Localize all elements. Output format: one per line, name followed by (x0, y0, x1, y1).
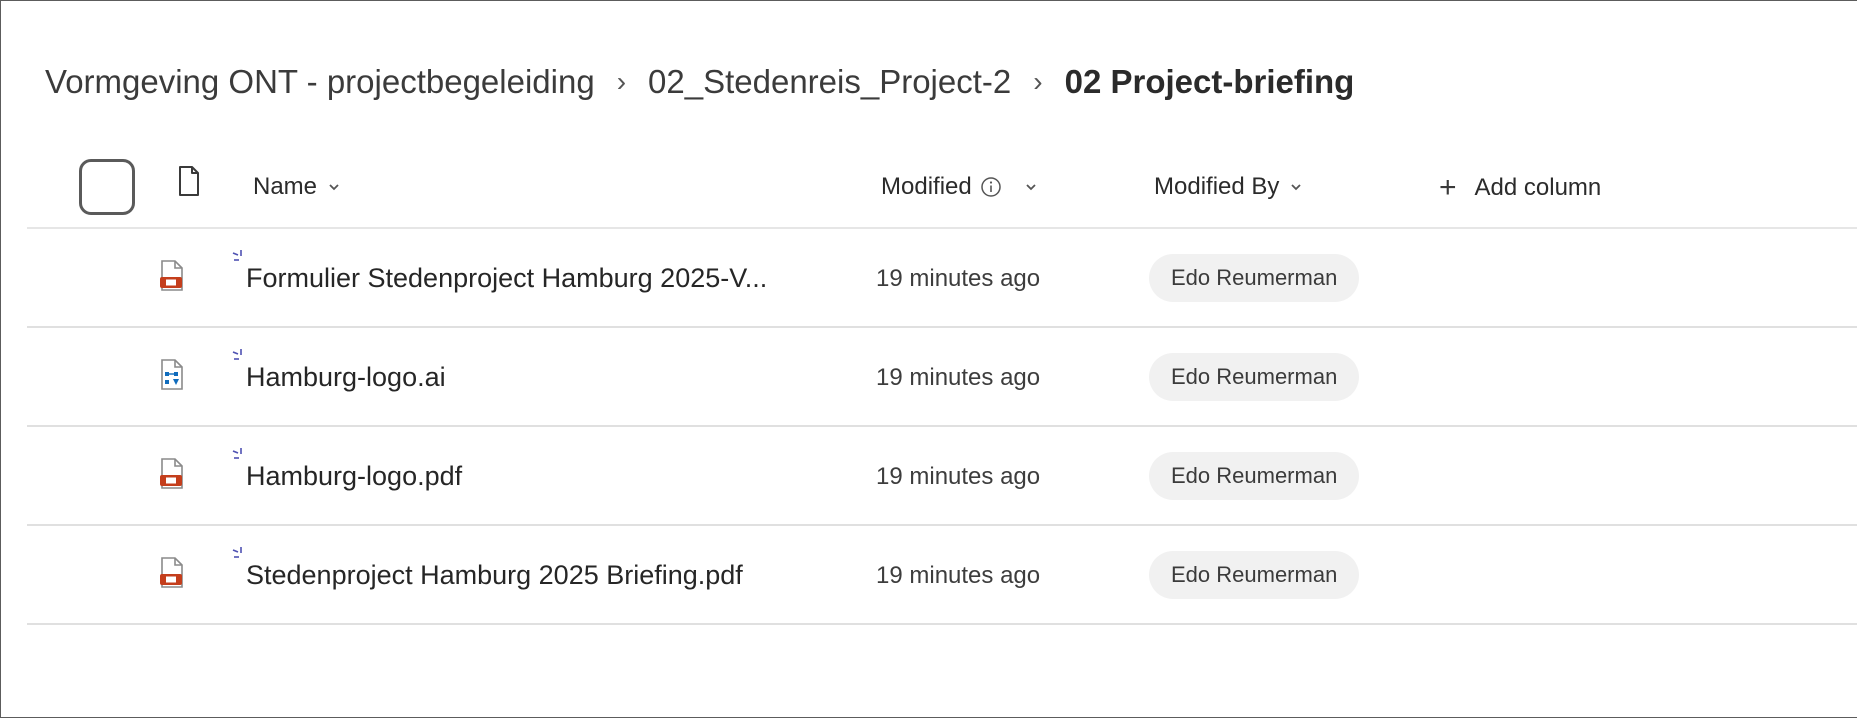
pdf-file-icon (158, 259, 186, 298)
plus-icon: + (1439, 171, 1457, 204)
file-type-icon[interactable] (177, 165, 201, 202)
chevron-down-icon (1289, 182, 1303, 192)
new-file-indicator-icon (231, 447, 247, 466)
info-icon[interactable] (980, 176, 1002, 198)
file-name-link[interactable]: Stedenproject Hamburg 2025 Briefing.pdf (246, 560, 743, 591)
list-header: Name Modified Modified By + Add column (27, 151, 1857, 229)
select-all-checkbox[interactable] (79, 159, 135, 215)
table-row[interactable]: Stedenproject Hamburg 2025 Briefing.pdf … (27, 526, 1857, 625)
chevron-down-icon (1024, 182, 1038, 192)
new-file-indicator-icon (231, 546, 247, 565)
new-file-indicator-icon (231, 249, 247, 268)
modified-time: 19 minutes ago (876, 265, 1041, 292)
table-row[interactable]: Hamburg-logo.ai 19 minutes ago Edo Reume… (27, 328, 1857, 427)
file-list: Formulier Stedenproject Hamburg 2025-V..… (27, 229, 1857, 625)
name-column-label: Name (253, 173, 318, 200)
modified-by-column-label: Modified By (1154, 173, 1280, 200)
breadcrumb-item-library[interactable]: Vormgeving ONT - projectbegeleiding (45, 63, 595, 101)
modified-column-header[interactable]: Modified (881, 173, 1038, 201)
vector-file-icon (158, 358, 186, 397)
table-row[interactable]: Formulier Stedenproject Hamburg 2025-V..… (27, 229, 1857, 328)
table-row[interactable]: Hamburg-logo.pdf 19 minutes ago Edo Reum… (27, 427, 1857, 526)
add-column-button[interactable]: + Add column (1439, 173, 1601, 203)
chevron-right-icon: › (616, 66, 627, 97)
breadcrumb: Vormgeving ONT - projectbegeleiding › 02… (45, 63, 1354, 101)
file-name-link[interactable]: Formulier Stedenproject Hamburg 2025-V..… (246, 263, 767, 294)
name-column-header[interactable]: Name (253, 173, 341, 201)
modified-time: 19 minutes ago (876, 364, 1041, 391)
modified-by-person[interactable]: Edo Reumerman (1149, 452, 1360, 500)
modified-by-person[interactable]: Edo Reumerman (1149, 551, 1360, 599)
modified-column-label: Modified (881, 173, 972, 200)
pdf-file-icon (158, 556, 186, 595)
breadcrumb-item-folder[interactable]: 02_Stedenreis_Project-2 (648, 63, 1011, 101)
breadcrumb-item-current: 02 Project-briefing (1064, 63, 1355, 100)
chevron-right-icon: › (1033, 66, 1043, 97)
file-list-panel: Vormgeving ONT - projectbegeleiding › 02… (0, 0, 1857, 718)
file-name-link[interactable]: Hamburg-logo.ai (246, 362, 446, 393)
pdf-file-icon (158, 457, 186, 496)
modified-by-column-header[interactable]: Modified By (1154, 173, 1303, 201)
file-name-link[interactable]: Hamburg-logo.pdf (246, 461, 462, 492)
modified-by-person[interactable]: Edo Reumerman (1149, 353, 1360, 401)
chevron-down-icon (327, 182, 341, 192)
modified-by-person[interactable]: Edo Reumerman (1149, 254, 1360, 302)
add-column-label: Add column (1474, 174, 1602, 201)
modified-time: 19 minutes ago (876, 562, 1041, 589)
new-file-indicator-icon (231, 348, 247, 367)
modified-time: 19 minutes ago (876, 463, 1041, 490)
